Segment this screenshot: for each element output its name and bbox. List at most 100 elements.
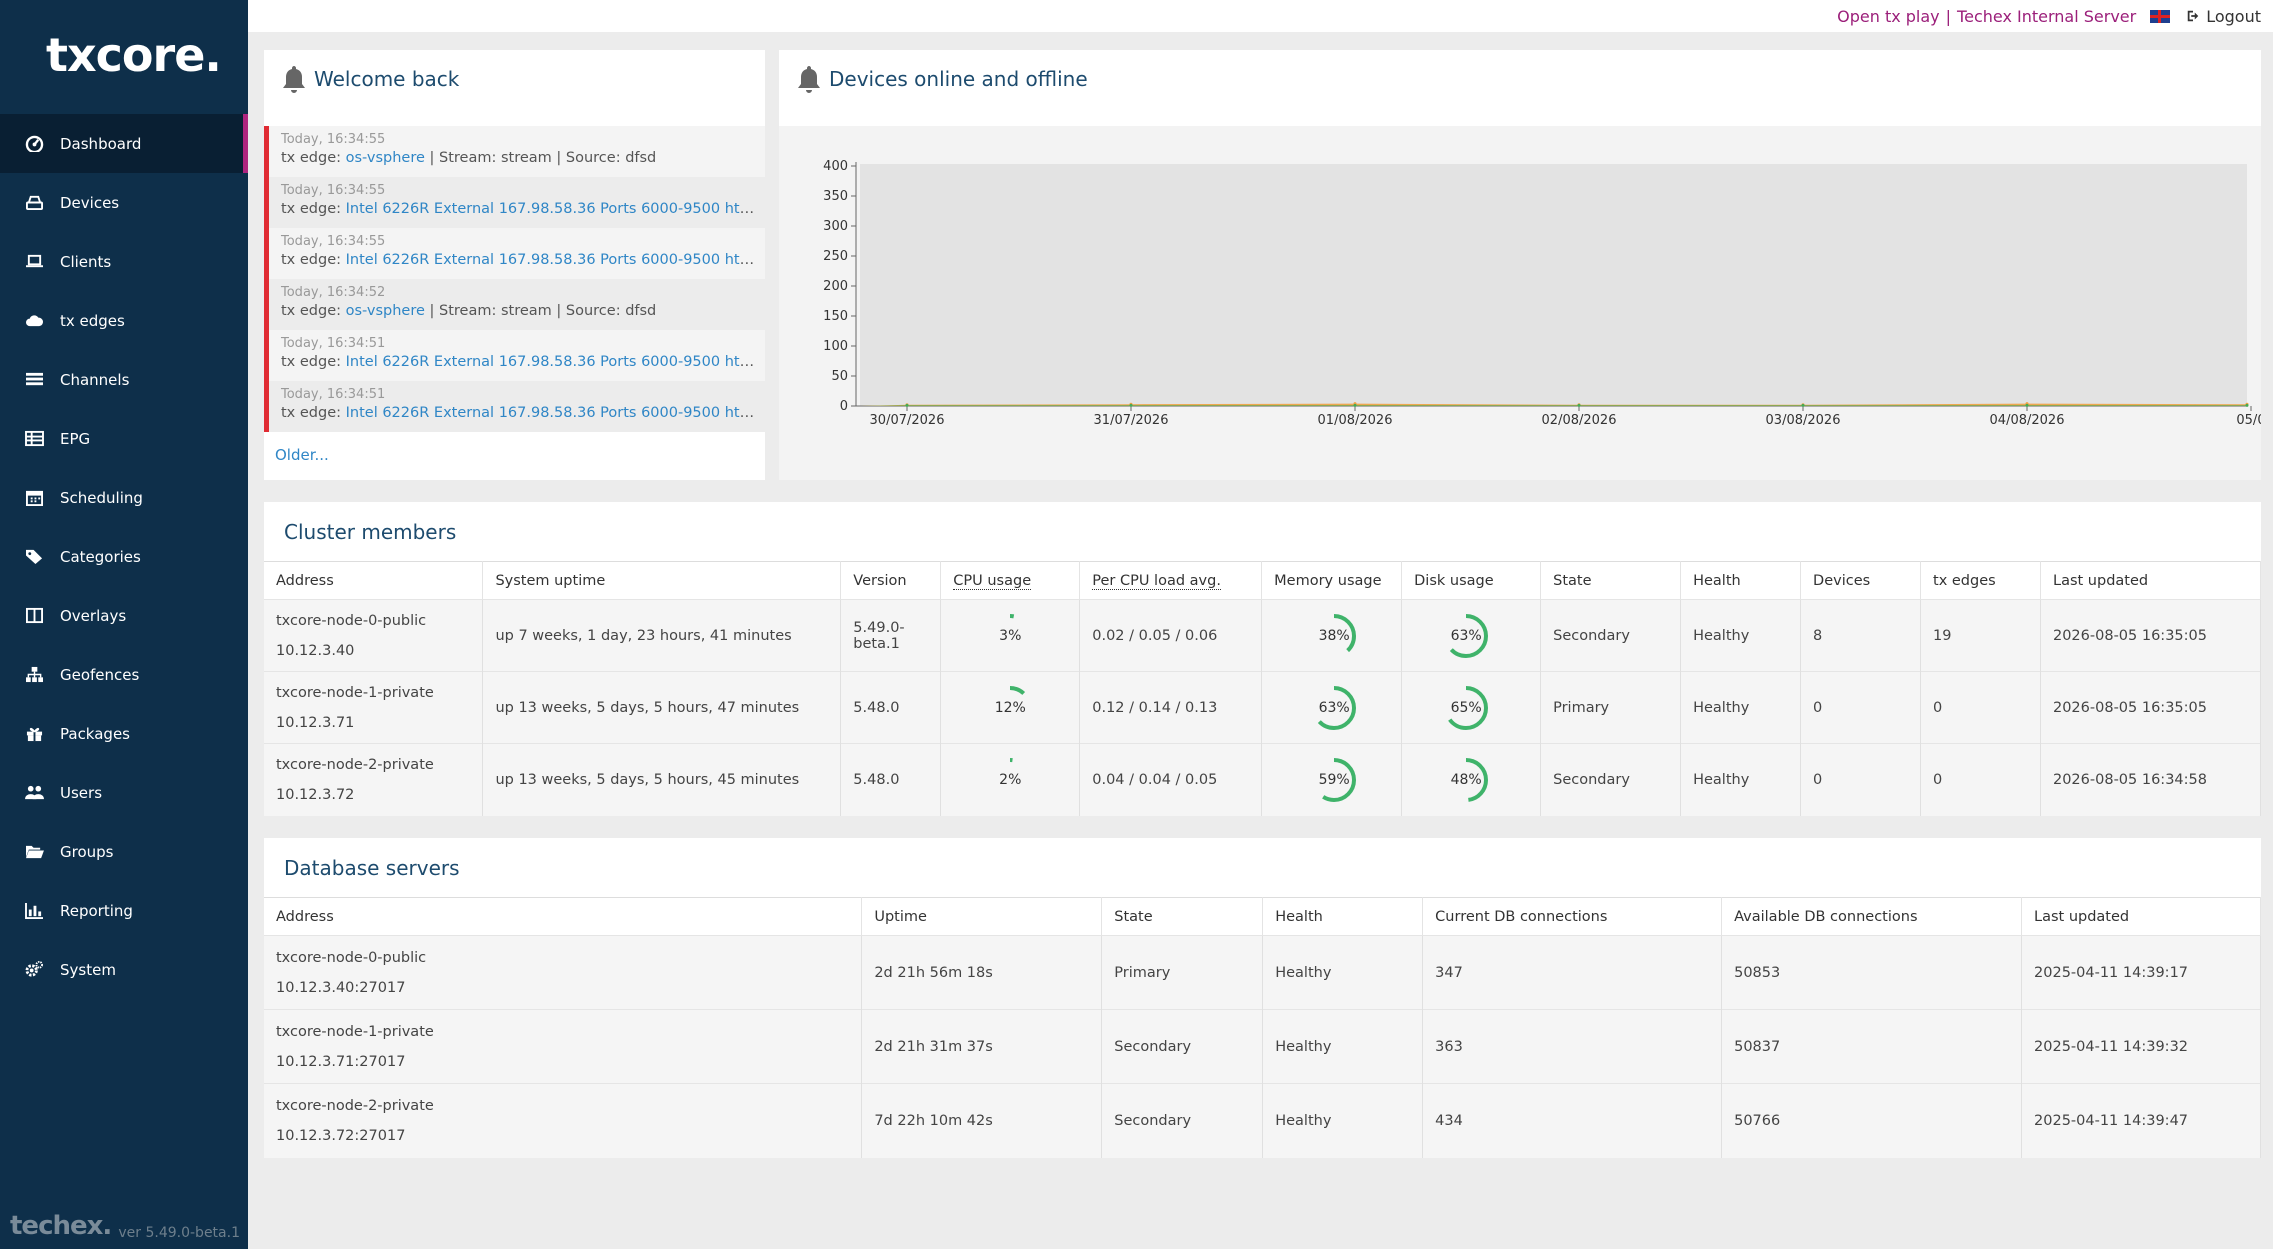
tx-edge-link[interactable]: Intel 6226R External 167.98.58.36 Ports … bbox=[346, 201, 755, 217]
state-cell: Secondary bbox=[1101, 1083, 1264, 1158]
header-label: Disk usage bbox=[1414, 572, 1494, 589]
node-ip: 10.12.3.40 bbox=[276, 642, 355, 659]
sidebar-item-label: Overlays bbox=[60, 606, 127, 625]
db-header-health: Health bbox=[1262, 897, 1424, 936]
tx-edge-link[interactable]: Intel 6226R External 167.98.58.36 Ports … bbox=[346, 405, 755, 421]
cluster-members-table: Address System uptime Version CPU usage Per … bbox=[264, 561, 2262, 816]
sitemap-icon bbox=[24, 666, 44, 684]
header-label: Memory usage bbox=[1274, 572, 1382, 589]
cluster-header-per-cpu-load-avg[interactable]: Per CPU load avg. bbox=[1079, 561, 1263, 600]
sidebar-item-channels[interactable]: Channels bbox=[0, 350, 248, 409]
sidebar-item-clients[interactable]: Clients bbox=[0, 232, 248, 291]
cpu-usage-cell: 12% bbox=[940, 671, 1081, 744]
cloud-icon bbox=[24, 312, 44, 330]
sidebar-item-dashboard[interactable]: Dashboard bbox=[0, 114, 248, 173]
last-updated-cell: 2026-08-05 16:34:58 bbox=[2040, 743, 2262, 816]
cpu-gauge: 3% bbox=[986, 612, 1034, 660]
open-tx-play-link[interactable]: Open tx play bbox=[1837, 7, 1940, 26]
tx-edges-cell: 19 bbox=[1920, 599, 2041, 672]
cluster-header-tx-edges: tx edges bbox=[1920, 561, 2041, 600]
notification-item: Today, 16:34:51 tx edge: Intel 6226R Exte… bbox=[264, 330, 765, 381]
cpu-gauge: 12% bbox=[986, 684, 1034, 732]
sidebar-item-label: Clients bbox=[60, 252, 112, 271]
hdd-icon bbox=[24, 194, 44, 212]
folder-open-icon bbox=[24, 843, 44, 861]
sidebar-item-packages[interactable]: Packages bbox=[0, 704, 248, 763]
table-row: txcore-node-2-private 10.12.3.72 up 13 wee… bbox=[264, 743, 2262, 816]
sidebar-item-label: Reporting bbox=[60, 901, 133, 920]
app-logo[interactable]: txcore. bbox=[46, 28, 222, 82]
notification-time: Today, 16:34:51 bbox=[281, 387, 386, 402]
sidebar-item-label: tx edges bbox=[60, 311, 125, 330]
notification-message: tx edge: os-vsphere | Stream: stream | S… bbox=[281, 303, 755, 319]
notification-message: tx edge: Intel 6226R External 167.98.58.… bbox=[281, 354, 755, 370]
cluster-header-last-updated: Last updated bbox=[2040, 561, 2262, 600]
cluster-header-health: Health bbox=[1680, 561, 1802, 600]
y-tick-label: 400 bbox=[823, 159, 848, 174]
sidebar-item-label: Scheduling bbox=[60, 488, 143, 507]
tx-edge-link[interactable]: Intel 6226R External 167.98.58.36 Ports … bbox=[346, 252, 755, 268]
disk-gauge: 65% bbox=[1442, 684, 1490, 732]
sidebar-item-users[interactable]: Users bbox=[0, 763, 248, 822]
tx-edge-link[interactable]: os-vsphere bbox=[346, 150, 425, 166]
devices-chart-header: Devices online and offline bbox=[779, 50, 2261, 108]
node-name: txcore-node-2-private bbox=[276, 756, 434, 773]
series-point bbox=[1577, 403, 1581, 407]
cluster-members-title: Cluster members bbox=[284, 519, 457, 544]
devices-chart-svg: 0 50 100 150 200 250 300 350 400 30/07/2026 31/07/… bbox=[823, 159, 2261, 428]
uptime-cell: up 13 weeks, 5 days, 5 hours, 45 minutes bbox=[482, 743, 842, 816]
notification-prefix: tx edge: bbox=[281, 405, 346, 421]
state-cell: Secondary bbox=[1540, 599, 1682, 672]
cluster-header-cpu-usage[interactable]: CPU usage bbox=[940, 561, 1081, 600]
database-body: txcore-node-0-public 10.12.3.40:27017 2d 2… bbox=[264, 935, 2261, 1158]
header-label: CPU usage bbox=[953, 572, 1032, 590]
last-updated-cell: 2025-04-11 14:39:47 bbox=[2021, 1083, 2261, 1158]
health-cell: Healthy bbox=[1680, 599, 1802, 672]
notification-prefix: tx edge: bbox=[281, 201, 346, 217]
notification-time: Today, 16:34:52 bbox=[281, 285, 386, 300]
uk-flag-icon[interactable] bbox=[2150, 9, 2171, 23]
devices-chart-panel: Devices online and offline 0 50 100 150 200 2… bbox=[779, 50, 2261, 480]
dashboard-icon bbox=[24, 135, 44, 153]
sidebar-item-overlays[interactable]: Overlays bbox=[0, 586, 248, 645]
cogs-icon bbox=[24, 961, 44, 979]
tx-edge-link[interactable]: Intel 6226R External 167.98.58.36 Ports … bbox=[346, 354, 755, 370]
logout-button[interactable]: Logout bbox=[2186, 7, 2261, 26]
header-label: Per CPU load avg. bbox=[1092, 572, 1221, 590]
columns-icon bbox=[24, 607, 44, 625]
sidebar-item-epg[interactable]: EPG bbox=[0, 409, 248, 468]
version-label: ver 5.49.0-beta.1 bbox=[118, 1225, 240, 1241]
sidebar-item-geofences[interactable]: Geofences bbox=[0, 645, 248, 704]
sidebar-item-reporting[interactable]: Reporting bbox=[0, 881, 248, 940]
load-avg-cell: 0.12 / 0.14 / 0.13 bbox=[1079, 671, 1263, 744]
tx-edges-cell: 0 bbox=[1920, 671, 2041, 744]
db-header-uptime: Uptime bbox=[861, 897, 1103, 936]
load-avg-cell: 0.04 / 0.04 / 0.05 bbox=[1079, 743, 1263, 816]
y-tick-label: 50 bbox=[831, 369, 848, 384]
header-label: Version bbox=[853, 572, 907, 589]
header-label: Health bbox=[1693, 572, 1741, 589]
sidebar-item-devices[interactable]: Devices bbox=[0, 173, 248, 232]
db-header-address: Address bbox=[264, 897, 863, 936]
server-name-link[interactable]: Techex Internal Server bbox=[1957, 7, 2136, 26]
series-point bbox=[2025, 403, 2029, 407]
version-cell: 5.48.0 bbox=[840, 671, 942, 744]
node-name: txcore-node-1-private bbox=[276, 684, 434, 701]
older-link[interactable]: Older... bbox=[275, 446, 329, 464]
db-node-address: 10.12.3.40:27017 bbox=[276, 979, 406, 996]
topbar: Open tx play | Techex Internal Server Lo… bbox=[248, 0, 2273, 32]
series-point bbox=[1801, 403, 1805, 407]
welcome-panel: Welcome back Today, 16:34:55 tx edge: os-… bbox=[264, 50, 765, 480]
sidebar-item-label: Dashboard bbox=[60, 134, 142, 153]
sidebar-item-categories[interactable]: Categories bbox=[0, 527, 248, 586]
sidebar-item-tx-edges[interactable]: tx edges bbox=[0, 291, 248, 350]
header-label: Devices bbox=[1813, 572, 1871, 589]
sidebar-item-system[interactable]: System bbox=[0, 940, 248, 999]
uptime-cell: up 7 weeks, 1 day, 23 hours, 41 minutes bbox=[482, 599, 842, 672]
available-connections-cell: 50853 bbox=[1721, 935, 2023, 1010]
tx-edge-link[interactable]: os-vsphere bbox=[346, 303, 425, 319]
health-cell: Healthy bbox=[1680, 671, 1802, 744]
sidebar-item-scheduling[interactable]: Scheduling bbox=[0, 468, 248, 527]
state-cell: Secondary bbox=[1540, 743, 1682, 816]
sidebar-item-groups[interactable]: Groups bbox=[0, 822, 248, 881]
